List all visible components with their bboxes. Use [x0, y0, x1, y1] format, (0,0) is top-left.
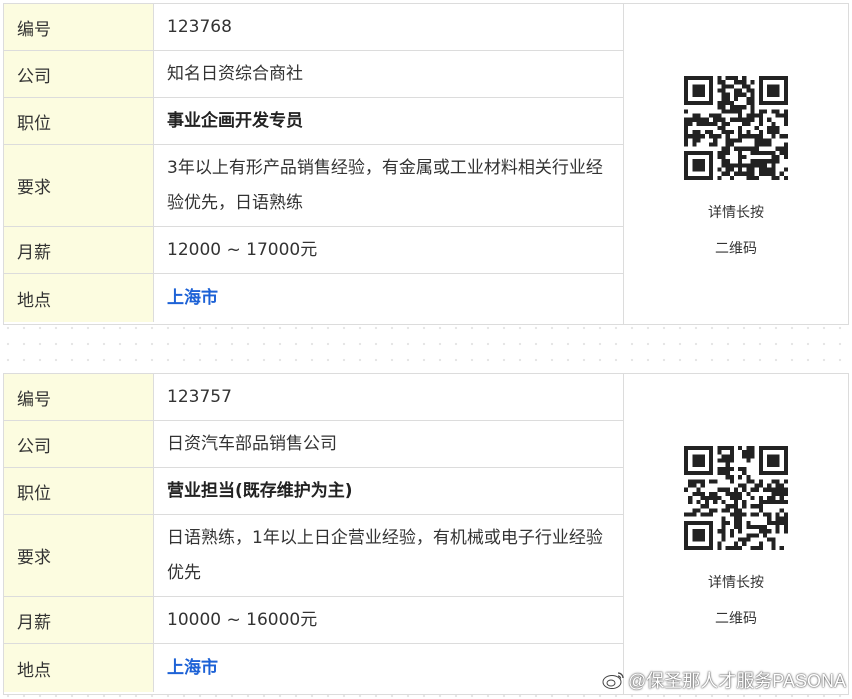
row-position: 职位 事业企画开发专员 — [4, 98, 623, 145]
requirements-text: 日语熟练，1年以上日企营业经验，有机械或电子行业经验优先 — [167, 527, 603, 583]
watermark-text: @保圣那人才服务PASONA — [628, 671, 846, 691]
position-title: 营业担当(既存维护为主) — [167, 480, 353, 501]
qr-caption-line2: 二维码 — [715, 611, 757, 627]
job-id: 123757 — [167, 386, 232, 407]
field-label: 地点 — [4, 274, 154, 322]
weibo-watermark: @保圣那人才服务PASONA — [602, 667, 846, 693]
row-location: 地点 上海市 — [4, 644, 623, 692]
qr-caption-line2: 二维码 — [715, 241, 757, 257]
qr-panel: 详情长按 二维码 — [624, 4, 848, 324]
company-name: 知名日资综合商社 — [167, 63, 303, 84]
job-table: 编号 123768 公司 知名日资综合商社 职位 事业企画开发专员 要求 3年以… — [4, 4, 624, 324]
row-id: 编号 123768 — [4, 4, 623, 51]
qr-caption-line1: 详情长按 — [708, 205, 764, 221]
field-label: 地点 — [4, 644, 154, 692]
salary-range: 10000 ~ 16000元 — [167, 609, 318, 630]
field-label: 职位 — [4, 468, 154, 514]
position-title: 事业企画开发专员 — [167, 110, 303, 131]
row-requirements: 要求 3年以上有形产品销售经验，有金属或工业材料相关行业经验优先，日语熟练 — [4, 145, 623, 227]
weibo-logo-icon — [602, 672, 624, 689]
field-label: 要求 — [4, 145, 154, 226]
qr-panel: 详情长按 二维码 — [624, 374, 848, 694]
qr-code-icon[interactable] — [684, 446, 788, 550]
company-name: 日资汽车部品销售公司 — [167, 433, 337, 454]
row-company: 公司 知名日资综合商社 — [4, 51, 623, 98]
field-label: 编号 — [4, 374, 154, 420]
field-label: 编号 — [4, 4, 154, 50]
job-table: 编号 123757 公司 日资汽车部品销售公司 职位 营业担当(既存维护为主) … — [4, 374, 624, 694]
row-requirements: 要求 日语熟练，1年以上日企营业经验，有机械或电子行业经验优先 — [4, 515, 623, 597]
row-company: 公司 日资汽车部品销售公司 — [4, 421, 623, 468]
field-label: 公司 — [4, 421, 154, 467]
row-position: 职位 营业担当(既存维护为主) — [4, 468, 623, 515]
row-salary: 月薪 10000 ~ 16000元 — [4, 597, 623, 644]
job-card: 编号 123757 公司 日资汽车部品销售公司 职位 营业担当(既存维护为主) … — [3, 373, 849, 695]
row-location: 地点 上海市 — [4, 274, 623, 322]
job-card: 编号 123768 公司 知名日资综合商社 职位 事业企画开发专员 要求 3年以… — [3, 3, 849, 325]
row-salary: 月薪 12000 ~ 17000元 — [4, 227, 623, 274]
field-label: 月薪 — [4, 227, 154, 273]
salary-range: 12000 ~ 17000元 — [167, 239, 318, 260]
location-link[interactable]: 上海市 — [154, 274, 623, 322]
requirements-text: 3年以上有形产品销售经验，有金属或工业材料相关行业经验优先，日语熟练 — [167, 157, 603, 213]
field-label: 要求 — [4, 515, 154, 596]
qr-code-icon[interactable] — [684, 76, 788, 180]
field-label: 公司 — [4, 51, 154, 97]
field-label: 职位 — [4, 98, 154, 144]
qr-caption-line1: 详情长按 — [708, 575, 764, 591]
location-link[interactable]: 上海市 — [154, 644, 623, 692]
field-label: 月薪 — [4, 597, 154, 643]
row-id: 编号 123757 — [4, 374, 623, 421]
job-id: 123768 — [167, 16, 232, 37]
